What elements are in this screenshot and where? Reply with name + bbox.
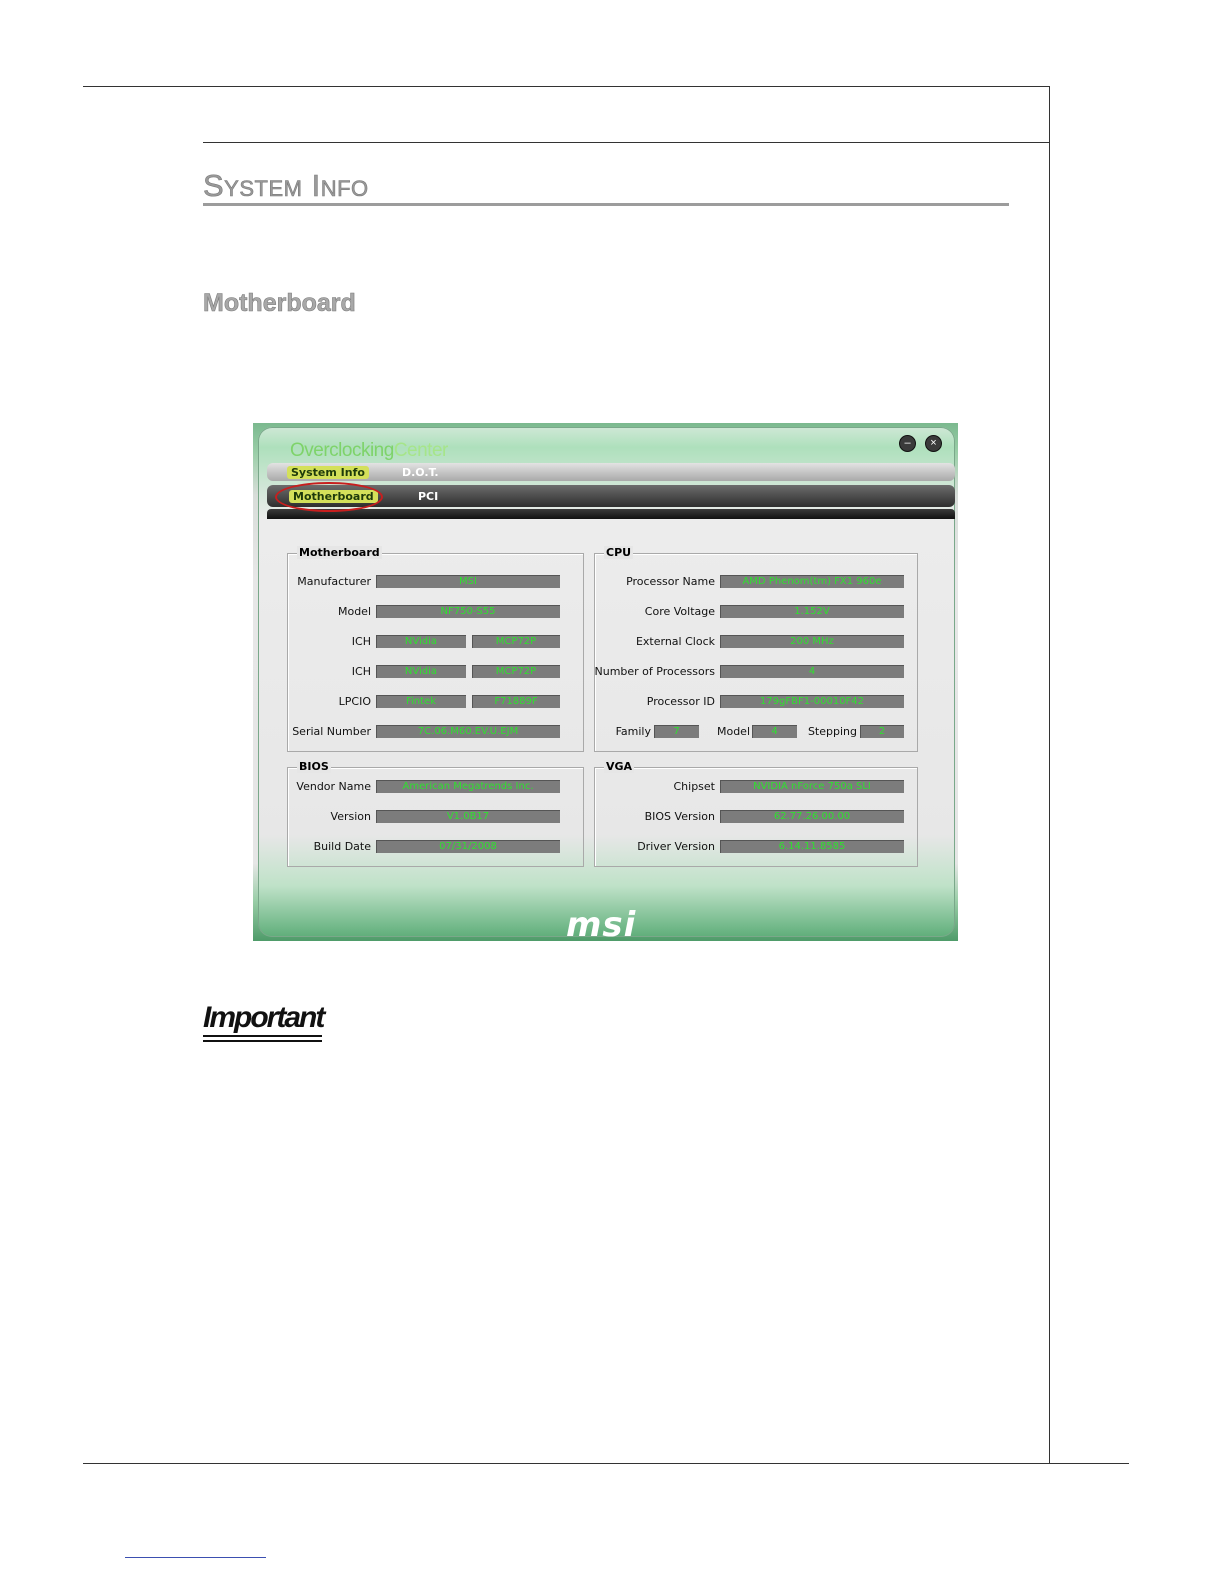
external-clock-label: External Clock [635, 635, 715, 648]
tab-pci[interactable]: PCI [418, 490, 438, 503]
num-processors-label: Number of Processors [594, 665, 716, 678]
minimize-button[interactable]: – [899, 435, 916, 452]
app-title: OverclockingCenter [290, 440, 448, 462]
cpu-model-label: Model [716, 725, 750, 738]
right-margin-rule [1049, 86, 1050, 1464]
bios-version-label: BIOS Version [644, 810, 715, 823]
stepping-label: Stepping [807, 725, 857, 738]
model-field: NF750-S55 [376, 605, 560, 618]
chipset-label: Chipset [673, 780, 715, 793]
app-title-part1: Overclocking [290, 440, 394, 461]
processor-name-label: Processor Name [626, 575, 715, 588]
version-label: Version [330, 810, 371, 823]
section-title: System Info [203, 168, 369, 204]
vga-group: VGA Chipset NVIDIA nForce 750a SLI BIOS … [594, 760, 918, 867]
important-heading: Important [203, 1001, 325, 1034]
header-rule [203, 142, 1050, 143]
highlight-circle [275, 482, 383, 512]
stepping-field: 2 [860, 725, 904, 738]
bios-version-field: 62.77.26.00.00 [720, 810, 904, 823]
num-processors-field: 4 [720, 665, 904, 678]
vendor-name-field: American Megatrends Inc. [376, 780, 560, 793]
lpcio-label: LPCIO [338, 695, 371, 708]
serial-label: Serial Number [292, 725, 371, 738]
close-button[interactable]: × [925, 435, 942, 452]
chipset-field: NVIDIA nForce 750a SLI [720, 780, 904, 793]
core-voltage-field: 1.152V [720, 605, 904, 618]
tab-dot[interactable]: D.O.T. [402, 466, 439, 479]
tab-system-info[interactable]: System Info [287, 466, 369, 479]
build-date-label: Build Date [313, 840, 371, 853]
processor-name-field: AMD Phenom(tm) FX1 960e [720, 575, 904, 588]
serial-field: 7C.06.M60.EV.U.EJM [376, 725, 560, 738]
app-title-part2: Center [393, 440, 449, 461]
ich1-vendor-field: NVidia [376, 635, 466, 648]
bios-group: BIOS Vendor Name American Megatrends Inc… [287, 760, 584, 867]
footer-link-underline [125, 1557, 266, 1558]
subsection-title: Motherboard [203, 289, 356, 318]
family-field: 7 [654, 725, 699, 738]
content-header-bar [267, 509, 955, 519]
manufacturer-label: Manufacturer [297, 575, 371, 588]
cpu-group: CPU Processor Name AMD Phenom(tm) FX1 96… [594, 546, 918, 752]
lpcio-vendor-field: Fintek [376, 695, 466, 708]
family-label: Family [615, 725, 651, 738]
version-field: V1.0B17 [376, 810, 560, 823]
lpcio-chip-field: F71889F [472, 695, 560, 708]
manufacturer-field: MSI [376, 575, 560, 588]
core-voltage-label: Core Voltage [644, 605, 715, 618]
ich1-chip-field: MCP72P [472, 635, 560, 648]
group-label: BIOS [297, 760, 331, 773]
msi-logo: msi [566, 905, 637, 941]
important-underline-2 [203, 1040, 322, 1042]
bottom-rule [83, 1463, 1129, 1464]
window-frame: OverclockingCenter – × System Info D.O.T… [258, 427, 955, 941]
vendor-name-label: Vendor Name [296, 780, 371, 793]
tab-bar-primary [267, 463, 955, 481]
group-label: Motherboard [297, 546, 382, 559]
section-underline [203, 203, 1009, 206]
important-underline-1 [203, 1035, 322, 1037]
ich2-label: ICH [351, 665, 371, 678]
cpu-model-field: 4 [752, 725, 797, 738]
group-label: CPU [604, 546, 634, 559]
overclocking-center-window: OverclockingCenter – × System Info D.O.T… [253, 423, 958, 941]
model-label: Model [337, 605, 371, 618]
group-label: VGA [604, 760, 635, 773]
ich2-chip-field: MCP72P [472, 665, 560, 678]
ich2-vendor-field: NVidia [376, 665, 466, 678]
driver-version-label: Driver Version [637, 840, 715, 853]
processor-id-label: Processor ID [646, 695, 715, 708]
driver-version-field: 6.14.11.8585 [720, 840, 904, 853]
top-rule [83, 86, 1050, 87]
processor-id-field: 179gFBF1-00010F42 [720, 695, 904, 708]
motherboard-group: Motherboard Manufacturer MSI Model NF750… [287, 546, 584, 752]
ich1-label: ICH [351, 635, 371, 648]
external-clock-field: 200 MHz [720, 635, 904, 648]
build-date-field: 07/31/2008 [376, 840, 560, 853]
